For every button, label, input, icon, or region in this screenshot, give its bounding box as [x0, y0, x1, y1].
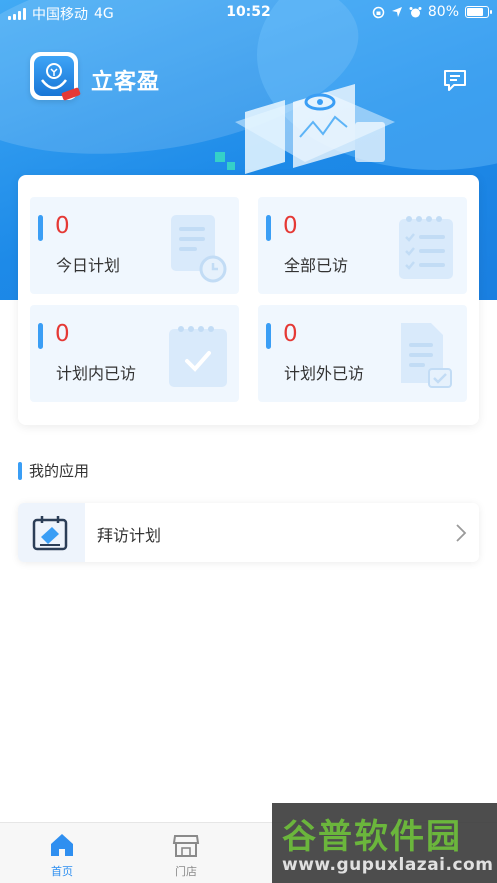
stat-tile-unplanned-visited[interactable]: 0 计划外已访	[258, 305, 467, 402]
app-logo	[30, 52, 81, 101]
stat-accent-bar	[266, 215, 271, 241]
store-icon	[172, 835, 200, 857]
stat-tile-planned-visited[interactable]: 0 计划内已访	[30, 305, 239, 402]
document-check-icon	[401, 323, 452, 388]
section-header: 我的应用	[18, 460, 89, 481]
app-item-label: 拜访计划	[97, 526, 162, 545]
chevron-right-icon	[456, 524, 467, 542]
battery-fill	[467, 8, 483, 16]
stat-tile-all-visited[interactable]: 0 全部已访	[258, 197, 467, 294]
home-icon	[51, 834, 73, 856]
document-clock-icon	[171, 215, 227, 283]
lock-rotation-icon	[372, 6, 385, 18]
tab-label: 门店	[175, 865, 197, 878]
app-item-icon-wrap	[18, 503, 85, 562]
tab-label: 首页	[51, 865, 73, 878]
stat-label: 今日计划	[56, 256, 121, 275]
stat-accent-bar	[266, 323, 271, 349]
stat-label: 计划内已访	[56, 364, 137, 383]
stat-label: 全部已访	[284, 256, 349, 275]
battery-icon	[465, 6, 492, 18]
stat-accent-bar	[38, 215, 43, 241]
stat-tile-today-plan[interactable]: 0 今日计划	[30, 197, 239, 294]
status-bar: 中国移动 4G 10:52 80%	[0, 0, 497, 26]
watermark-title: 谷普软件园	[282, 817, 462, 857]
stat-value: 0	[55, 321, 70, 347]
stat-value: 0	[55, 213, 70, 239]
stats-card: 0 今日计划 0 全部已访 0 计划内已访 0 计划外已访	[18, 175, 479, 425]
stat-accent-bar	[38, 323, 43, 349]
app-title: 立客盈	[91, 70, 161, 95]
watermark-url: www.gupuxlazai.com	[282, 855, 494, 875]
watermark: 谷普软件园 www.gupuxlazai.com	[272, 803, 497, 883]
section-accent-bar	[18, 461, 22, 480]
calendar-check-icon	[169, 326, 227, 387]
location-arrow-icon	[391, 7, 402, 17]
battery-percent: 80%	[427, 4, 459, 20]
section-title: 我的应用	[29, 462, 90, 480]
alarm-icon	[409, 6, 422, 17]
tab-home[interactable]: 首页	[22, 831, 102, 879]
stat-value: 0	[283, 321, 298, 347]
stat-label: 计划外已访	[284, 364, 365, 383]
checklist-icon	[399, 216, 453, 279]
calendar-visit-icon	[32, 516, 68, 551]
status-right: 80%	[372, 4, 492, 20]
stat-value: 0	[283, 213, 298, 239]
tab-store[interactable]: 门店	[146, 831, 226, 879]
message-icon[interactable]	[441, 66, 469, 94]
app-item-visit-plan[interactable]: 拜访计划	[18, 503, 479, 562]
